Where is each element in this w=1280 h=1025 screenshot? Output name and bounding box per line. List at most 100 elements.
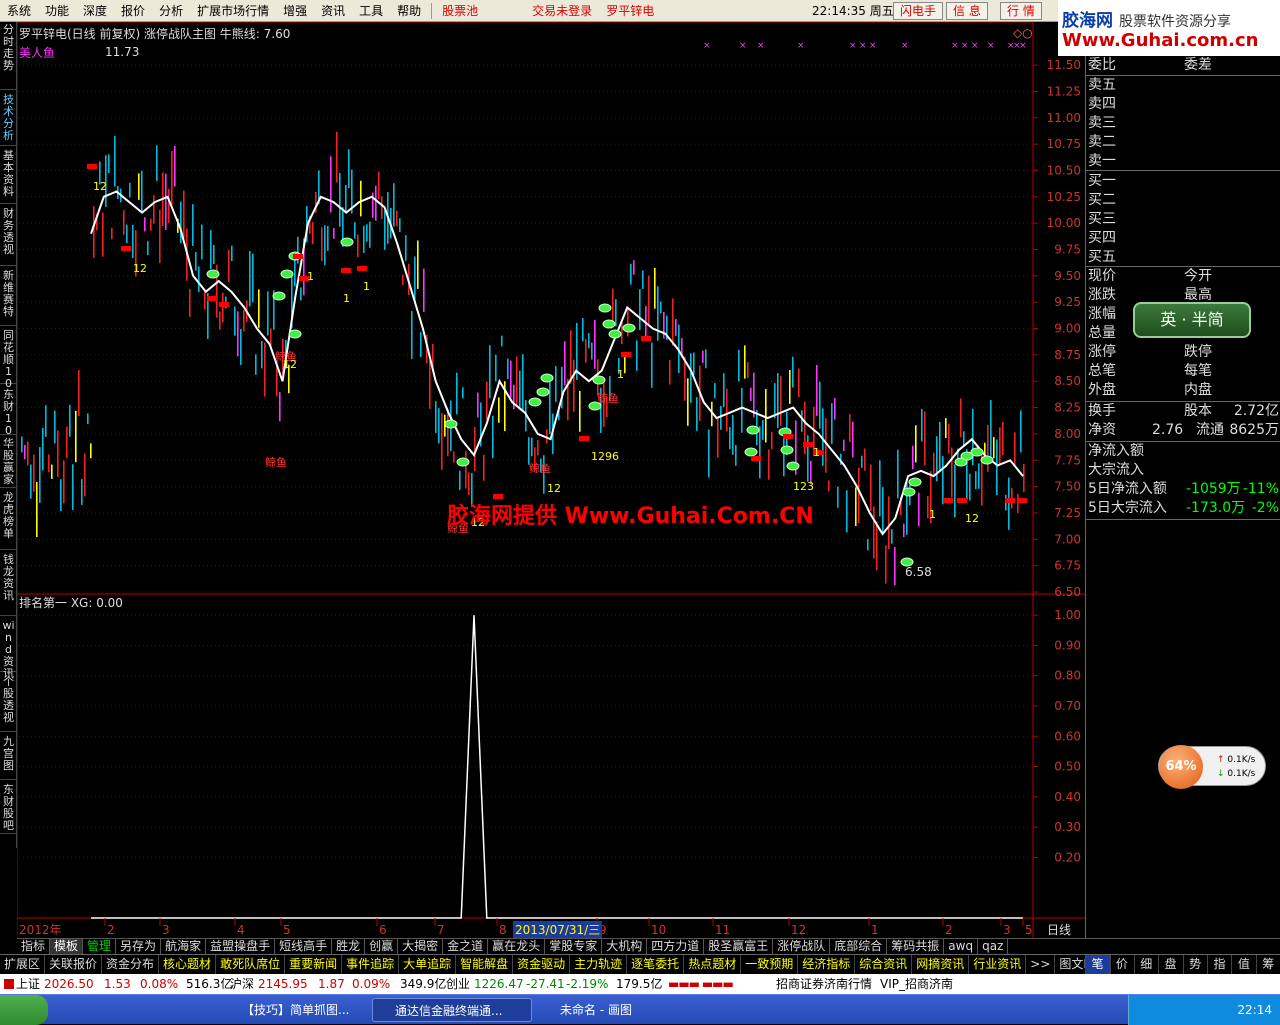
left-tab-10[interactable]: wind资讯 bbox=[0, 618, 17, 680]
left-tab-13[interactable]: 东财股吧 bbox=[0, 782, 17, 834]
toolbar-item-7[interactable]: 大单追踪 bbox=[399, 955, 457, 974]
toolbar-item-16[interactable]: 网摘资讯 bbox=[912, 955, 970, 974]
task-item[interactable]: 【技巧】简单抓图... bbox=[220, 998, 360, 1022]
left-tab-5[interactable]: 同花顺10 bbox=[0, 328, 17, 390]
left-tab-4[interactable]: 新维赛特 bbox=[0, 268, 17, 326]
left-tab-0[interactable]: 分时走势 bbox=[0, 22, 17, 90]
left-tab-2[interactable]: 基本资料 bbox=[0, 148, 17, 204]
indicator-tab-20[interactable]: qaz bbox=[978, 939, 1009, 954]
period-label[interactable]: 日线 bbox=[1047, 921, 1071, 938]
indicator-tab-7[interactable]: 胜龙 bbox=[332, 939, 366, 954]
input-method-button[interactable]: 英 · 半简 bbox=[1133, 302, 1251, 338]
toolbar-item-6[interactable]: 事件追踪 bbox=[342, 955, 400, 974]
toolbar-item-8[interactable]: 智能解盘 bbox=[456, 955, 514, 974]
left-tab-11[interactable]: 个股透视 bbox=[0, 674, 17, 732]
panel-tab-4[interactable]: 势 bbox=[1182, 955, 1207, 975]
left-tab-7[interactable]: 华股赢家 bbox=[0, 436, 17, 488]
indicator-tab-4[interactable]: 航海家 bbox=[161, 939, 207, 954]
sell-level-row[interactable]: 卖五 bbox=[1086, 76, 1280, 95]
sh-label[interactable]: 上证 bbox=[16, 974, 40, 994]
buy-level-row[interactable]: 买四 bbox=[1086, 229, 1280, 248]
sell-level-row[interactable]: 卖三 bbox=[1086, 114, 1280, 133]
indicator-tab-15[interactable]: 股圣赢富王 bbox=[704, 939, 774, 954]
indicator-tab-9[interactable]: 大揭密 bbox=[398, 939, 444, 954]
toolbar-item-15[interactable]: 综合资讯 bbox=[855, 955, 913, 974]
menu-system[interactable]: 系统 bbox=[0, 0, 38, 22]
toolbar-more-button[interactable]: >> bbox=[1026, 955, 1056, 974]
menu-info[interactable]: 资讯 bbox=[314, 0, 352, 22]
sz-label[interactable]: 沪深 bbox=[230, 974, 254, 994]
toolbar-item-17[interactable]: 行业资讯 bbox=[969, 955, 1027, 974]
toolbar-item-13[interactable]: 一致预期 bbox=[741, 955, 799, 974]
chart-svg[interactable]: 11.5011.2511.0010.7510.5010.2510.009.759… bbox=[17, 22, 1085, 940]
indicator-tab-18[interactable]: 筹码共振 bbox=[887, 939, 945, 954]
market-button[interactable]: 行 情 bbox=[1000, 2, 1042, 20]
indicator-tab-0[interactable]: 指标 bbox=[17, 939, 51, 954]
menu-tools[interactable]: 工具 bbox=[352, 0, 390, 22]
task-item-active[interactable]: 通达信金融终端通... bbox=[372, 998, 532, 1022]
sell-level-row[interactable]: 卖二 bbox=[1086, 133, 1280, 152]
left-tab-9[interactable]: 钱龙资讯 bbox=[0, 552, 17, 616]
toolbar-item-10[interactable]: 主力轨迹 bbox=[570, 955, 628, 974]
indicator-tab-14[interactable]: 四方力道 bbox=[647, 939, 705, 954]
sell-level-row[interactable]: 卖一 bbox=[1086, 152, 1280, 171]
panel-tab-5[interactable]: 指 bbox=[1207, 955, 1231, 975]
trade-login-status[interactable]: 交易未登录 bbox=[525, 0, 599, 22]
start-button[interactable] bbox=[0, 995, 48, 1025]
left-tab-3[interactable]: 财务透视 bbox=[0, 206, 17, 266]
toolbar-item-9[interactable]: 资金驱动 bbox=[513, 955, 571, 974]
task-item[interactable]: 未命名 - 画图 bbox=[538, 998, 678, 1022]
indicator-tab-13[interactable]: 大机构 bbox=[602, 939, 648, 954]
panel-tab-6[interactable]: 值 bbox=[1231, 955, 1255, 975]
panel-tab-1[interactable]: 价 bbox=[1109, 955, 1133, 975]
menu-extended-market[interactable]: 扩展市场行情 bbox=[190, 0, 276, 22]
left-tab-1[interactable]: 技术分析 bbox=[0, 92, 17, 146]
buy-level-row[interactable]: 买三 bbox=[1086, 210, 1280, 229]
menu-function[interactable]: 功能 bbox=[38, 0, 76, 22]
chart-area[interactable]: 11.50 11.25 11.00 10.75 10.50 10.25 10.00 9.75 9… bbox=[17, 22, 1085, 951]
indicator-tab-1[interactable]: 模板 bbox=[50, 939, 84, 954]
menu-help[interactable]: 帮助 bbox=[390, 0, 428, 22]
indicator-tab-17[interactable]: 底部综合 bbox=[830, 939, 888, 954]
indicator-tab-8[interactable]: 创赢 bbox=[365, 939, 399, 954]
buy-level-row[interactable]: 买二 bbox=[1086, 191, 1280, 210]
chart-corner-icons[interactable]: ◇○ bbox=[1013, 26, 1033, 40]
sell-level-row[interactable]: 卖四 bbox=[1086, 95, 1280, 114]
menu-analysis[interactable]: 分析 bbox=[152, 0, 190, 22]
panel-tab-3[interactable]: 盘 bbox=[1158, 955, 1182, 975]
menu-stock-pool[interactable]: 股票池 bbox=[435, 0, 485, 22]
toolbar-item-1[interactable]: 关联报价 bbox=[45, 955, 103, 974]
toolbar-item-3[interactable]: 核心题材 bbox=[159, 955, 217, 974]
indicator-tab-6[interactable]: 短线高手 bbox=[275, 939, 333, 954]
menu-quote[interactable]: 报价 bbox=[114, 0, 152, 22]
indicator-tab-12[interactable]: 掌股专家 bbox=[545, 939, 603, 954]
toolbar-item-14[interactable]: 经济指标 bbox=[798, 955, 856, 974]
cy-label[interactable]: 创业 bbox=[446, 974, 470, 994]
indicator-tab-11[interactable]: 赢在龙头 bbox=[488, 939, 546, 954]
left-tab-12[interactable]: 九宫图 bbox=[0, 734, 17, 780]
indicator-tab-16[interactable]: 涨停战队 bbox=[773, 939, 831, 954]
buy-level-row[interactable]: 买五 bbox=[1086, 248, 1280, 267]
toolbar-item-11[interactable]: 逐笔委托 bbox=[627, 955, 685, 974]
panel-tab-7[interactable]: 筹 bbox=[1255, 955, 1280, 975]
panel-tab-2[interactable]: 细 bbox=[1133, 955, 1158, 975]
toolbar-item-5[interactable]: 重要新闻 bbox=[285, 955, 343, 974]
toolbar-item-12[interactable]: 热点题材 bbox=[684, 955, 742, 974]
buy-level-row[interactable]: 买一 bbox=[1086, 172, 1280, 191]
toolbar-item-0[interactable]: 扩展区 bbox=[0, 955, 46, 974]
toolbar-item-2[interactable]: 资金分布 bbox=[102, 955, 160, 974]
info-button[interactable]: 信 息 bbox=[946, 2, 988, 20]
indicator-tab-3[interactable]: 另存为 bbox=[116, 939, 162, 954]
menu-depth[interactable]: 深度 bbox=[76, 0, 114, 22]
indicator-tab-2[interactable]: 管理 bbox=[83, 939, 117, 954]
indicator-tab-10[interactable]: 金之道 bbox=[443, 939, 489, 954]
toolbar-item-4[interactable]: 敢死队席位 bbox=[216, 955, 286, 974]
left-tab-6[interactable]: 东财10 bbox=[0, 387, 17, 437]
indicator-tab-5[interactable]: 益盟操盘手 bbox=[206, 939, 276, 954]
indicator-tab-19[interactable]: awq bbox=[944, 939, 979, 954]
menu-enhance[interactable]: 增强 bbox=[276, 0, 314, 22]
flash-trade-button[interactable]: 闪电手 bbox=[893, 2, 944, 20]
left-tab-8[interactable]: 龙虎榜单 bbox=[0, 490, 17, 550]
panel-tab-0[interactable]: 笔 bbox=[1085, 955, 1109, 975]
network-speed-widget[interactable]: 64% ↑ 0.1K/s ↓ 0.1K/s bbox=[1158, 745, 1266, 789]
